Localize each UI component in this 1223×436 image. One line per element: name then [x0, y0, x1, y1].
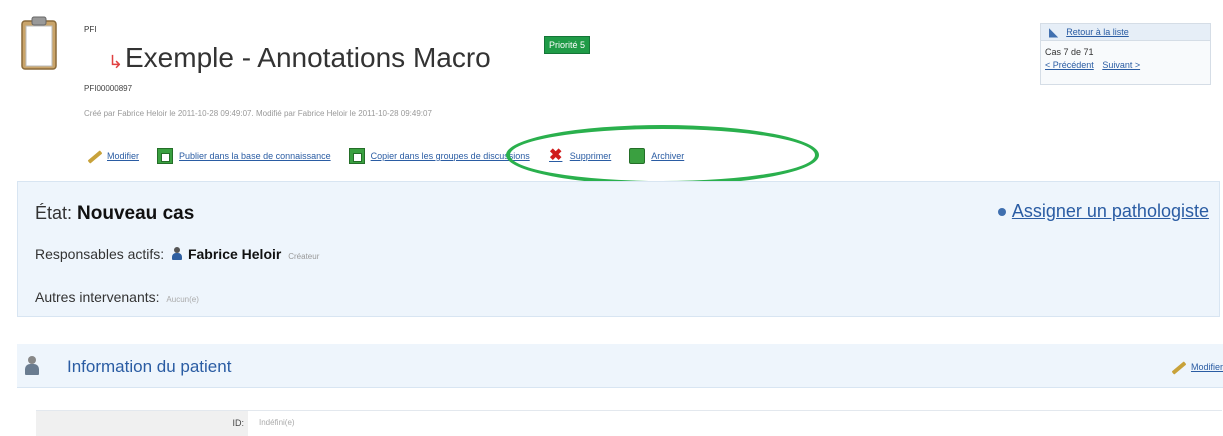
status-panel: État: Nouveau cas Assigner un pathologis…: [17, 181, 1220, 317]
case-code: PFI: [84, 25, 97, 34]
assign-pathologist-link[interactable]: Assigner un pathologiste: [997, 201, 1209, 222]
previous-link[interactable]: < Précédent: [1045, 60, 1094, 70]
copy-icon: [348, 148, 365, 164]
publish-button[interactable]: Publier dans la base de connaissance: [157, 148, 331, 164]
patient-icon: [25, 356, 39, 376]
responsible-name[interactable]: Fabrice Heloir: [188, 246, 281, 262]
publish-label: Publier dans la base de connaissance: [179, 151, 331, 161]
patient-edit-button[interactable]: Modifier: [1169, 359, 1223, 375]
patient-title: Information du patient: [67, 357, 232, 376]
back-icon: ◣: [1049, 25, 1059, 39]
next-link[interactable]: Suivant >: [1102, 60, 1140, 70]
highlight-ellipse: [506, 125, 819, 185]
others-row: Autres intervenants: Aucun(e): [35, 289, 199, 305]
publish-icon: [157, 148, 174, 164]
others-label: Autres intervenants:: [35, 289, 160, 305]
case-meta: Créé par Fabrice Heloir le 2011-10-28 09…: [84, 109, 432, 118]
page-title: Exemple - Annotations Macro: [125, 42, 491, 73]
state-value: Nouveau cas: [77, 203, 195, 224]
patient-edit-label: Modifier: [1190, 362, 1223, 372]
clipboard-icon: [21, 16, 57, 70]
pencil-icon: [1169, 359, 1185, 375]
arrow-icon: ↳: [108, 52, 124, 72]
case-count: Cas 7 de 71: [1045, 47, 1094, 57]
responsibles-row: Responsables actifs: Fabrice Heloir Créa…: [35, 246, 319, 262]
others-value: Aucun(e): [166, 295, 199, 304]
id-label-cell: ID:: [36, 411, 248, 436]
person-icon: [172, 247, 183, 260]
state-label: État:: [35, 203, 73, 223]
bullet-icon: [997, 208, 1006, 217]
case-id: PFI00000897: [84, 84, 133, 93]
responsibles-label: Responsables actifs:: [35, 246, 165, 262]
pencil-icon: [85, 148, 101, 164]
case-navigation: ◣ Retour à la liste Cas 7 de 71 < Précéd…: [1040, 23, 1211, 85]
back-to-list-link[interactable]: Retour à la liste: [1066, 27, 1129, 37]
edit-button[interactable]: Modifier: [85, 148, 139, 164]
copy-button[interactable]: Copier dans les groupes de discussions: [348, 148, 530, 164]
state-row: État: Nouveau cas: [35, 203, 194, 225]
priority-badge: Priorité 5: [544, 36, 591, 54]
id-value: Indéfini(e): [259, 418, 295, 427]
responsible-role: Créateur: [288, 252, 320, 261]
patient-section-header: Information du patient Modifier: [17, 344, 1223, 388]
id-label: ID:: [232, 418, 244, 428]
assign-label: Assigner un pathologiste: [1011, 201, 1209, 221]
edit-label: Modifier: [107, 151, 140, 161]
patient-id-row: ID: Indéfini(e): [36, 410, 1222, 436]
